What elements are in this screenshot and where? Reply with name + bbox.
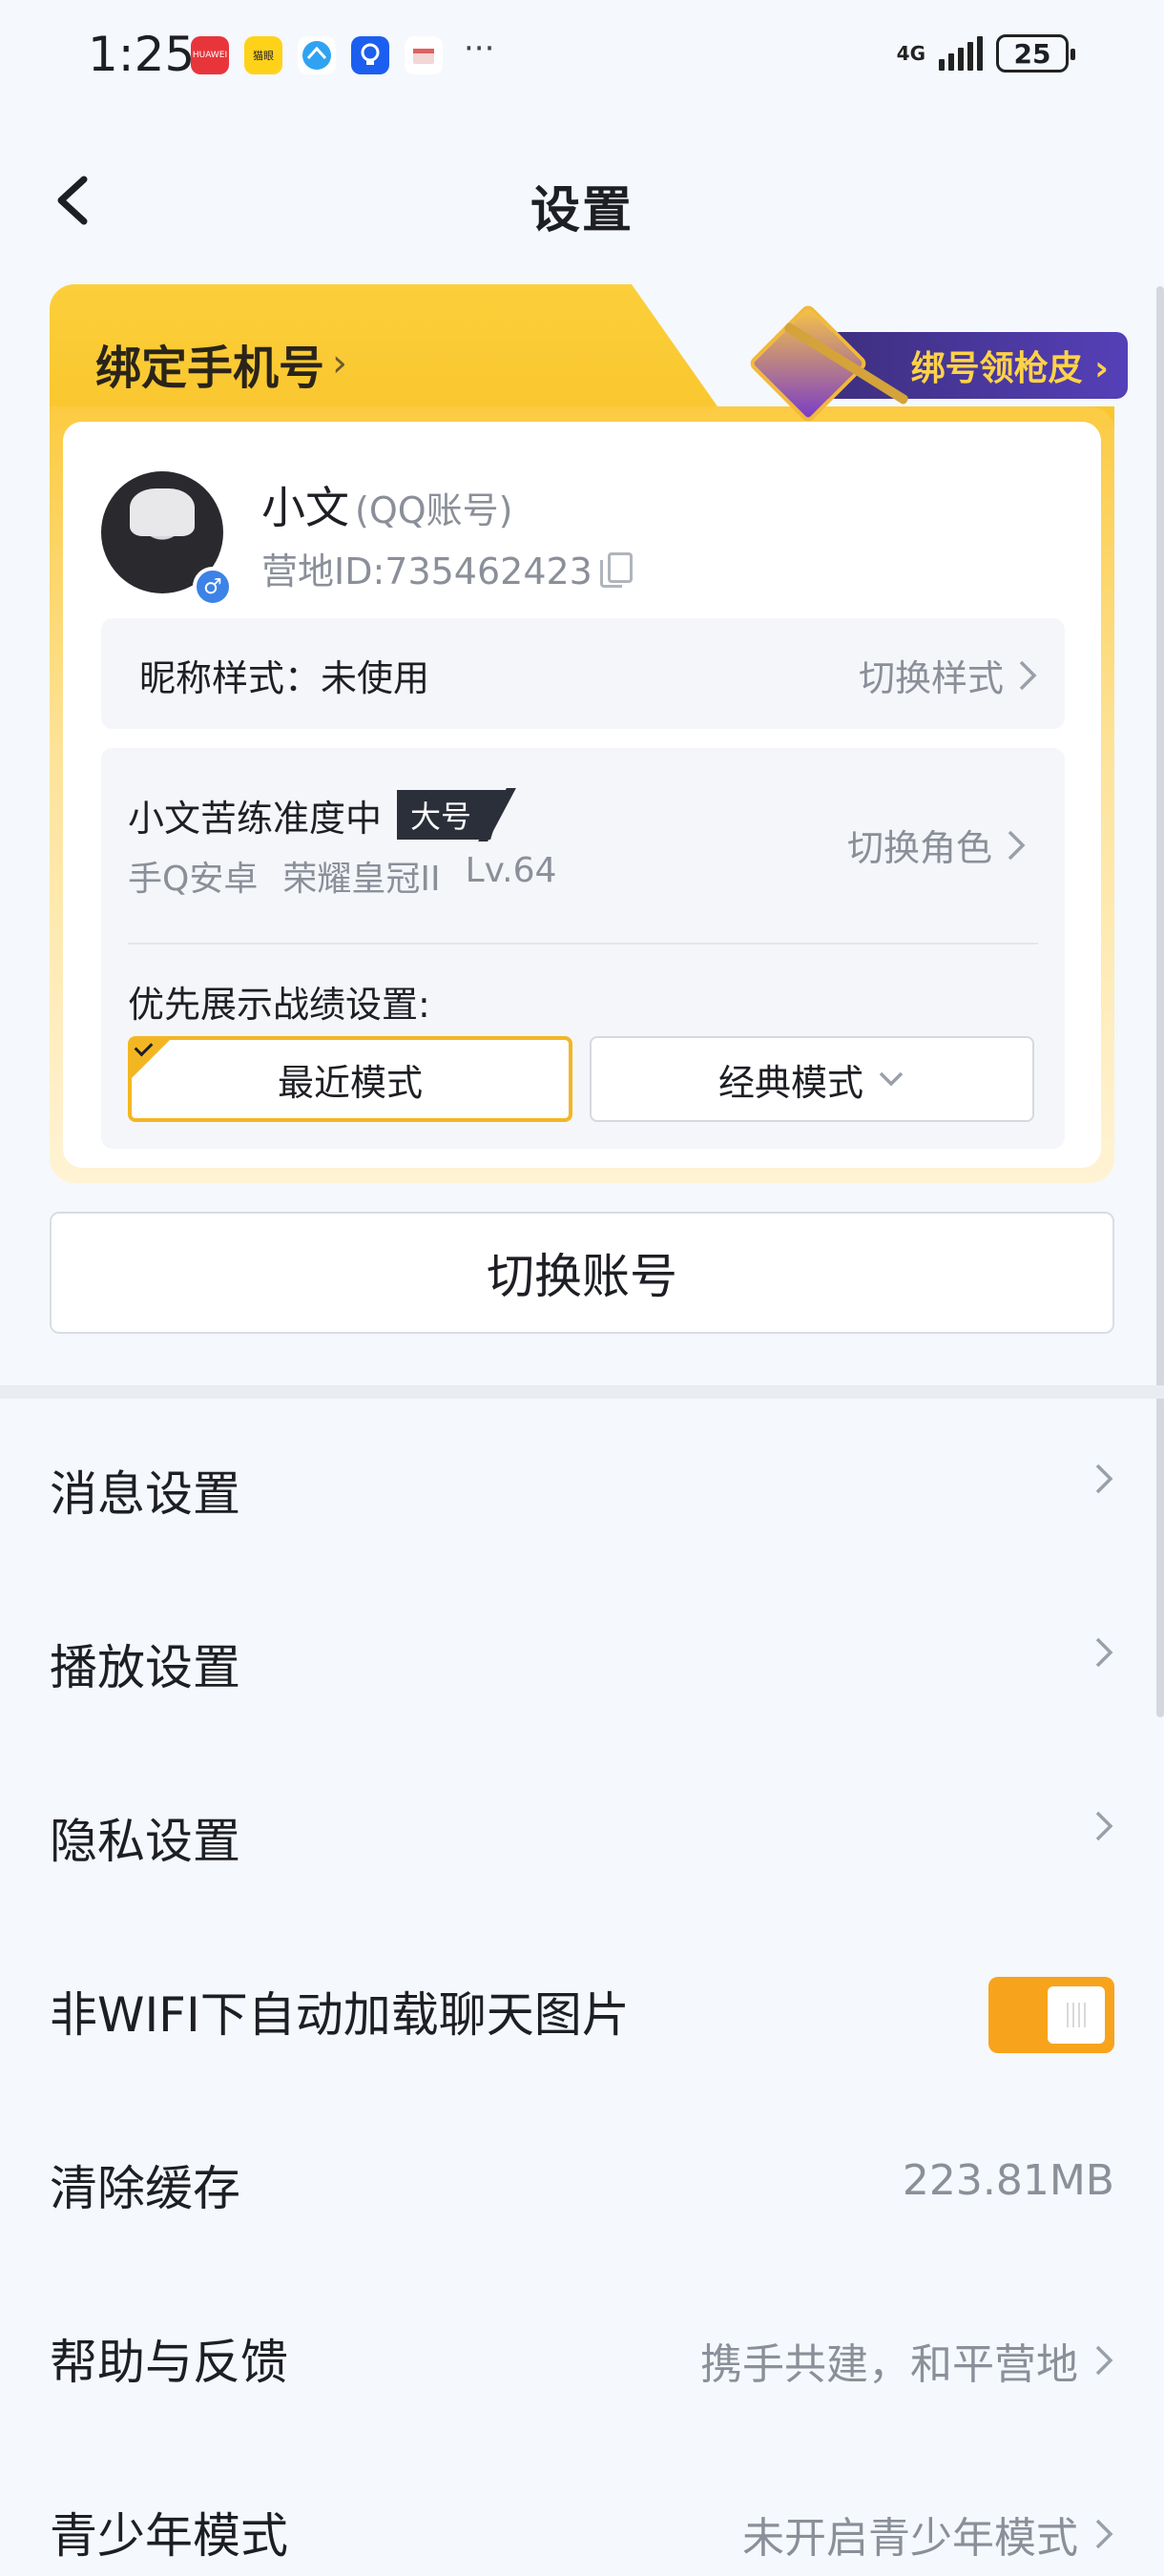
chevron-right-icon <box>1019 660 1037 690</box>
setting-right <box>1093 1809 1114 1843</box>
role-name-row: 小文苦练准度中 大号 <box>128 788 516 841</box>
male-gender-icon: ♂ <box>193 567 233 607</box>
skin-promo-banner[interactable]: 绑号领枪皮 › <box>747 302 1147 425</box>
network-type: 4G <box>896 42 925 65</box>
chevron-down-icon <box>879 1071 904 1087</box>
setting-clear-cache[interactable]: 清除缓存 223.81MB <box>0 2093 1164 2267</box>
record-display-pref-label: 优先展示战绩设置: <box>128 984 430 1026</box>
setting-label: 播放设置 <box>50 1640 240 1695</box>
browser-app-icon <box>298 36 336 74</box>
selected-check-icon <box>130 1038 172 1080</box>
header: 设置 <box>0 143 1164 258</box>
switch-role-label: 切换角色 <box>846 827 992 869</box>
setting-teen-mode[interactable]: 青少年模式 未开启青少年模式 <box>0 2441 1164 2576</box>
switch-style-label: 切换样式 <box>858 657 1004 699</box>
setting-auto-load-images: 非WIFI下自动加载聊天图片 <box>0 1920 1164 2093</box>
setting-label: 隐私设置 <box>50 1814 240 1869</box>
toggle-knob <box>1048 1986 1105 2044</box>
classic-mode-label: 经典模式 <box>717 1061 863 1104</box>
chevron-right-icon <box>1095 1637 1113 1668</box>
setting-value: 未开启青少年模式 <box>742 2514 1078 2563</box>
bulb-app-icon <box>351 36 389 74</box>
switch-style-button[interactable]: 切换样式 <box>859 649 1038 701</box>
switch-role-button[interactable]: 切换角色 <box>847 819 1027 871</box>
auto-load-images-toggle[interactable] <box>988 1977 1114 2053</box>
recent-mode-button[interactable]: 最近模式 <box>128 1036 572 1122</box>
role-platform: 手Q安卓 <box>128 860 259 899</box>
maoyan-app-icon: 猫眼 <box>244 36 282 74</box>
box-app-icon <box>405 36 443 74</box>
switch-account-button[interactable]: 切换账号 <box>50 1212 1114 1334</box>
chevron-right-icon <box>1095 1464 1113 1494</box>
divider <box>128 943 1038 945</box>
copy-icon[interactable] <box>599 551 633 588</box>
cache-size: 223.81MB <box>902 2156 1114 2205</box>
role-details: 手Q安卓 荣耀皇冠II Lv.64 <box>128 851 556 901</box>
role-level: Lv.64 <box>465 851 557 890</box>
more-notifications-icon: ··· <box>464 30 495 68</box>
settings-list: 消息设置 播放设置 隐私设置 非WIFI下自动加载聊天图片 清除缓存 223.8… <box>0 1399 1164 2576</box>
setting-right: 携手共建，和平营地 <box>700 2330 1114 2391</box>
setting-privacy[interactable]: 隐私设置 <box>0 1746 1164 1920</box>
recent-mode-label: 最近模式 <box>277 1061 423 1104</box>
nickname-style-row[interactable]: 昵称样式：未使用 切换样式 <box>101 618 1065 729</box>
role-rank: 荣耀皇冠II <box>282 860 441 899</box>
classic-mode-button[interactable]: 经典模式 <box>590 1036 1034 1122</box>
notification-icons: HUAWEI 猫眼 ··· <box>191 30 494 74</box>
role-section: 小文苦练准度中 大号 手Q安卓 荣耀皇冠II Lv.64 切换角色 优先展示战绩… <box>101 748 1065 1149</box>
section-divider <box>0 1385 1164 1399</box>
setting-label: 清除缓存 <box>50 2161 240 2216</box>
setting-playback[interactable]: 播放设置 <box>0 1572 1164 1746</box>
camp-id-row: 营地ID:735462423 <box>261 542 633 594</box>
setting-right <box>1093 1462 1114 1496</box>
setting-help-feedback[interactable]: 帮助与反馈 携手共建，和平营地 <box>0 2267 1164 2441</box>
status-bar: 1:25 HUAWEI 猫眼 ··· 4G 25 <box>0 0 1164 114</box>
status-time: 1:25 <box>88 27 196 82</box>
profile-card: 绑定手机号 › 绑号领枪皮 › ♂ 小文 (QQ账号) 营地ID:7354624… <box>50 284 1128 1183</box>
setting-right: 未开启青少年模式 <box>742 2503 1114 2565</box>
user-name-row: 小文 (QQ账号) <box>261 473 512 536</box>
chevron-right-icon <box>1008 830 1026 860</box>
bind-phone-label: 绑定手机号 <box>95 342 325 395</box>
setting-label: 帮助与反馈 <box>50 2335 288 2390</box>
battery-icon: 25 <box>996 34 1075 73</box>
account-type: (QQ账号) <box>355 489 513 531</box>
role-name: 小文苦练准度中 <box>128 797 383 840</box>
chevron-right-icon <box>1095 2345 1113 2376</box>
user-name: 小文 <box>261 482 349 533</box>
setting-label: 消息设置 <box>50 1466 240 1522</box>
page-title: 设置 <box>530 182 634 239</box>
chevron-right-icon <box>1095 1811 1113 1841</box>
setting-label: 非WIFI下自动加载聊天图片 <box>50 1987 630 2043</box>
setting-value: 携手共建，和平营地 <box>700 2340 1078 2389</box>
signal-icon <box>939 36 983 71</box>
nickname-style-label: 昵称样式：未使用 <box>139 657 430 699</box>
camp-id: 营地ID:735462423 <box>261 551 592 592</box>
chevron-right-icon <box>1095 2519 1113 2549</box>
system-indicators: 4G 25 <box>896 34 1075 73</box>
chevron-right-icon: › <box>332 342 348 385</box>
huawei-app-icon: HUAWEI <box>191 36 229 74</box>
setting-label: 青少年模式 <box>50 2508 288 2564</box>
bind-phone-link[interactable]: 绑定手机号 › <box>95 330 347 397</box>
setting-right <box>1093 1635 1114 1670</box>
setting-message[interactable]: 消息设置 <box>0 1399 1164 1572</box>
profile-card-body: ♂ 小文 (QQ账号) 营地ID:735462423 昵称样式：未使用 切换样式… <box>63 422 1101 1168</box>
